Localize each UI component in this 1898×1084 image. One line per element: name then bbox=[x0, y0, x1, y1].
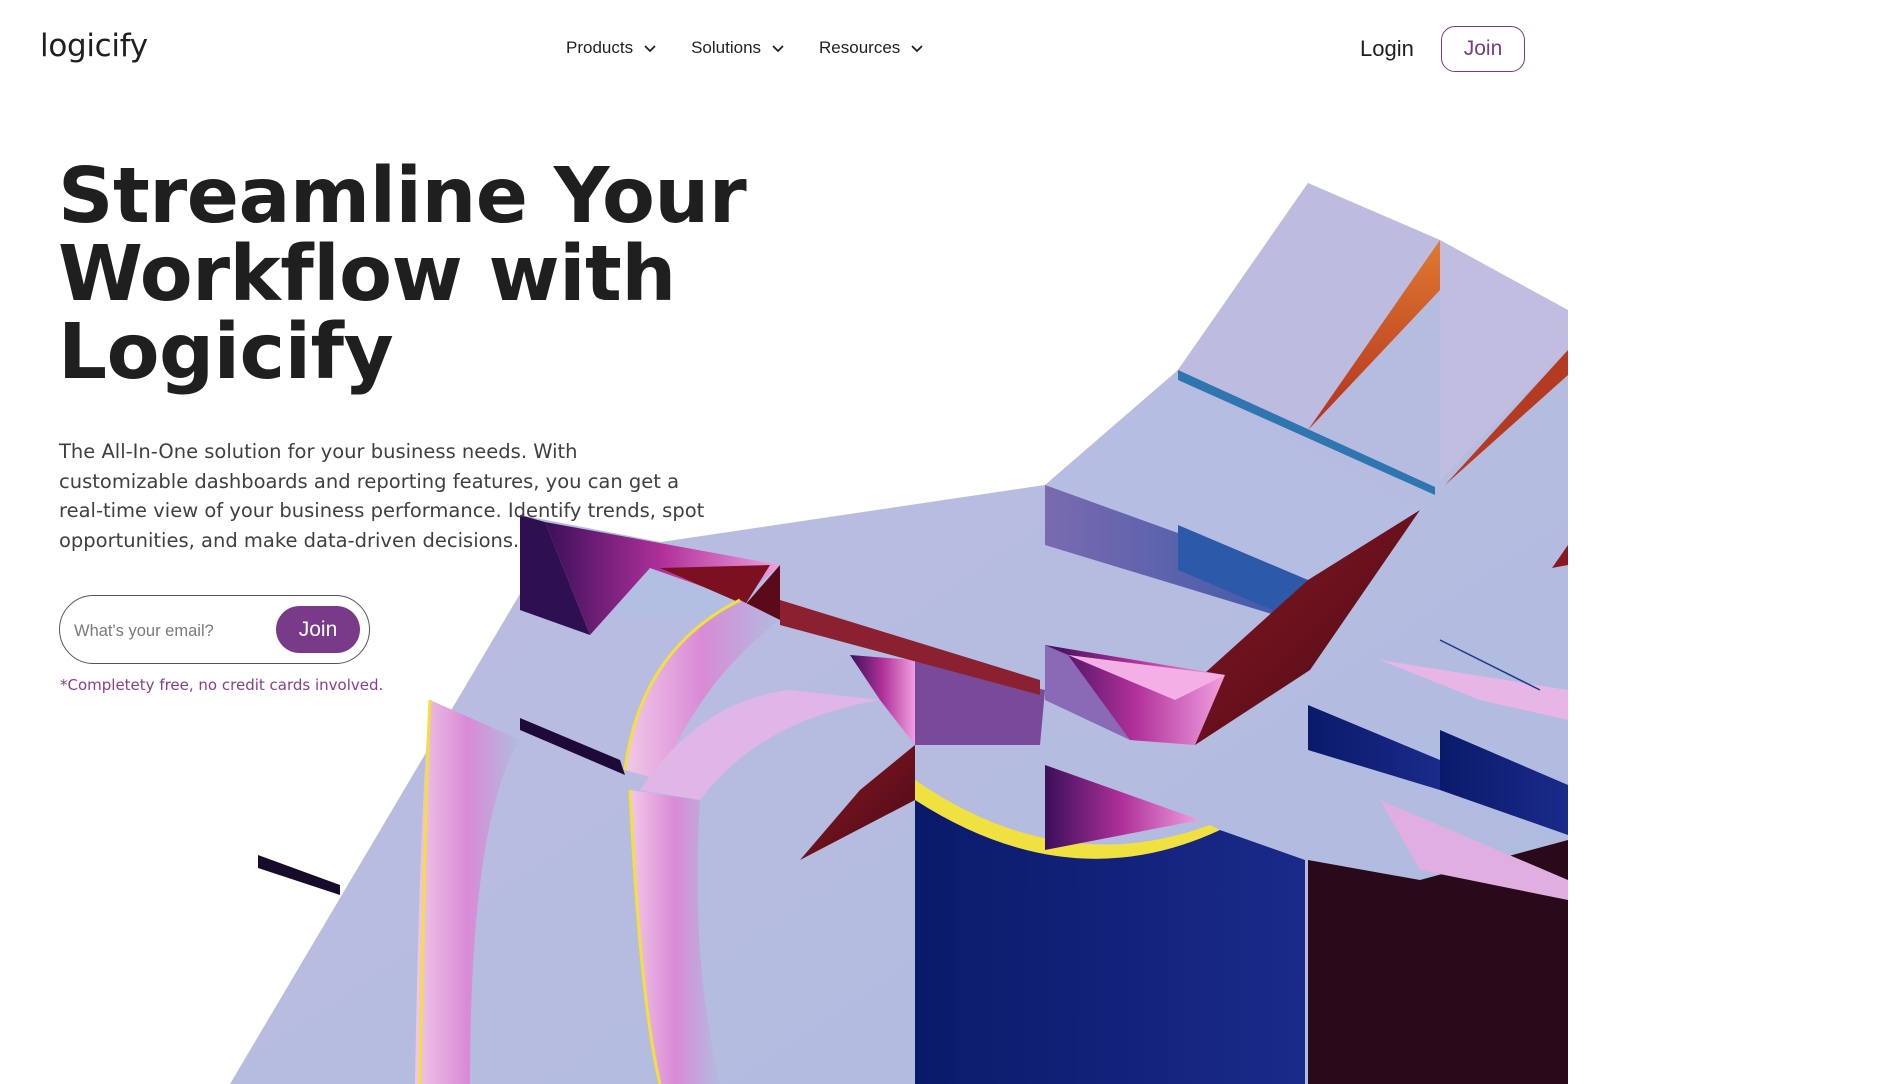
hero-title-line-2: Workflow with bbox=[58, 230, 676, 319]
hero-description: The All-In-One solution for your busines… bbox=[59, 440, 705, 553]
page-margin bbox=[1568, 0, 1898, 1084]
email-input[interactable] bbox=[72, 616, 266, 646]
hero-title-line-3: Logicify bbox=[58, 308, 394, 397]
hero-title: Streamline Your Workflow with Logicify bbox=[58, 158, 818, 392]
hero-title-line-1: Streamline Your bbox=[58, 152, 747, 241]
join-button[interactable]: Join bbox=[276, 606, 360, 653]
signup-footnote: *Completety free, no credit cards involv… bbox=[60, 676, 384, 694]
email-signup-form: Join bbox=[59, 595, 370, 664]
landing-page: logicify Products Solutions Resources Lo… bbox=[0, 0, 1568, 1084]
